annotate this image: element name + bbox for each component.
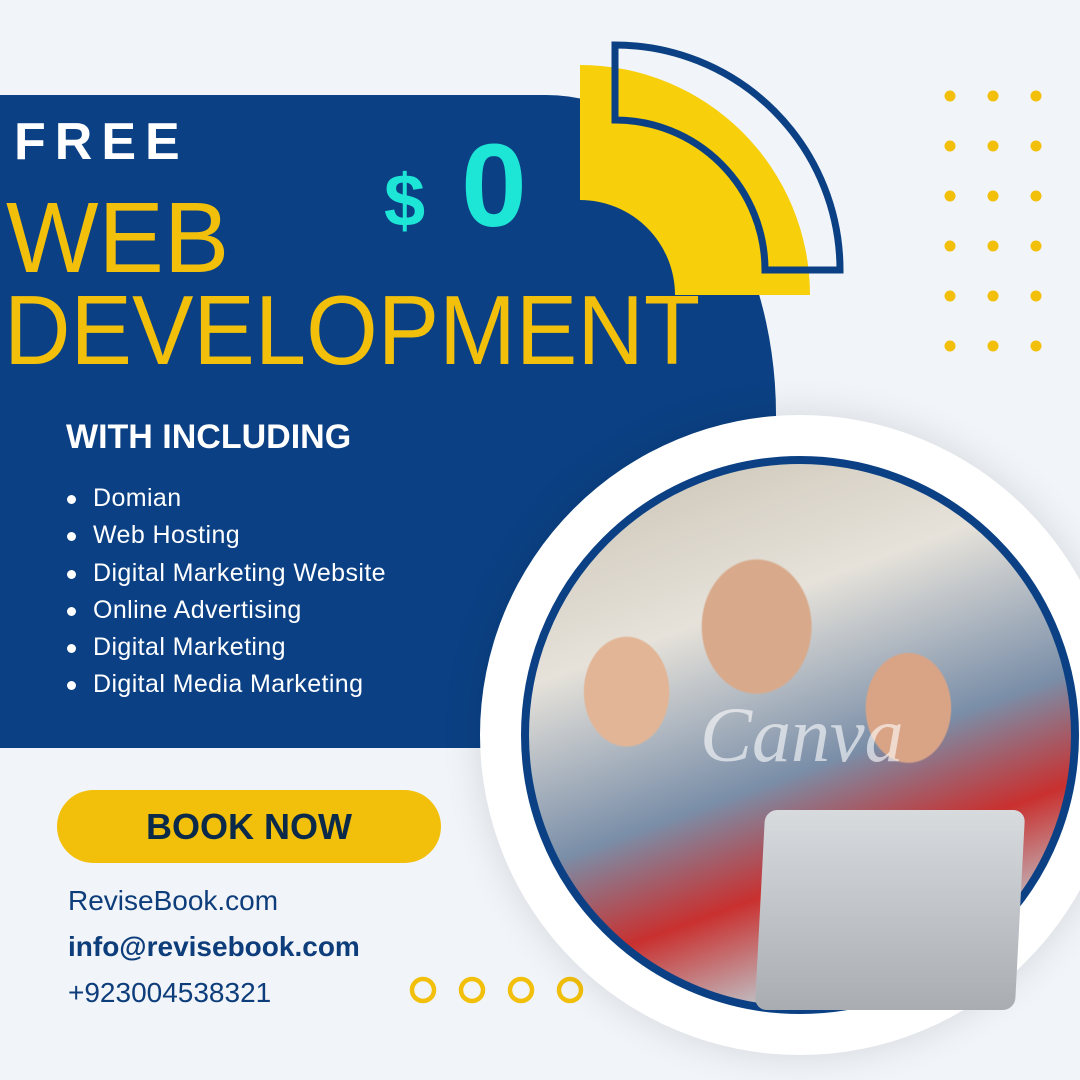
dot bbox=[944, 140, 956, 152]
email-link[interactable]: info@revisebook.com bbox=[68, 930, 360, 964]
dot bbox=[1030, 340, 1042, 352]
headline-web: WEB bbox=[6, 182, 230, 294]
list-item: Digital Media Marketing bbox=[66, 666, 386, 703]
dot bbox=[987, 340, 999, 352]
dot bbox=[1030, 140, 1042, 152]
phone-number[interactable]: +923004538321 bbox=[68, 976, 271, 1010]
watermark: Canva bbox=[700, 691, 904, 778]
price: $0 bbox=[384, 118, 527, 254]
list-item: Domian bbox=[66, 480, 386, 517]
dot bbox=[944, 190, 956, 202]
features-title: WITH INCLUDING bbox=[66, 418, 352, 456]
features-list: Domian Web Hosting Digital Marketing Web… bbox=[66, 480, 386, 704]
dot bbox=[944, 290, 956, 302]
dot bbox=[987, 140, 999, 152]
dot bbox=[1030, 240, 1042, 252]
dot-grid bbox=[944, 90, 1042, 352]
headline-development: DEVELOPMENT bbox=[4, 275, 701, 385]
laptop-illustration bbox=[754, 810, 1026, 1010]
list-item: Web Hosting bbox=[66, 517, 386, 554]
dot bbox=[1030, 290, 1042, 302]
dot bbox=[987, 90, 999, 102]
list-item: Online Advertising bbox=[66, 592, 386, 629]
ring bbox=[409, 976, 437, 1004]
dot bbox=[987, 290, 999, 302]
dot bbox=[1030, 90, 1042, 102]
dot bbox=[944, 340, 956, 352]
ring bbox=[507, 976, 535, 1004]
dot bbox=[987, 240, 999, 252]
list-item: Digital Marketing bbox=[66, 629, 386, 666]
free-label: FREE bbox=[14, 113, 189, 171]
dot bbox=[987, 190, 999, 202]
dot bbox=[944, 90, 956, 102]
dot bbox=[1030, 190, 1042, 202]
price-amount: 0 bbox=[461, 120, 527, 252]
price-currency: $ bbox=[384, 159, 426, 242]
ring bbox=[556, 976, 584, 1004]
ring bbox=[458, 976, 486, 1004]
list-item: Digital Marketing Website bbox=[66, 555, 386, 592]
dot bbox=[944, 240, 956, 252]
website-link[interactable]: ReviseBook.com bbox=[68, 884, 278, 918]
circle-row bbox=[409, 976, 584, 1004]
book-now-button[interactable]: BOOK NOW bbox=[57, 790, 441, 863]
